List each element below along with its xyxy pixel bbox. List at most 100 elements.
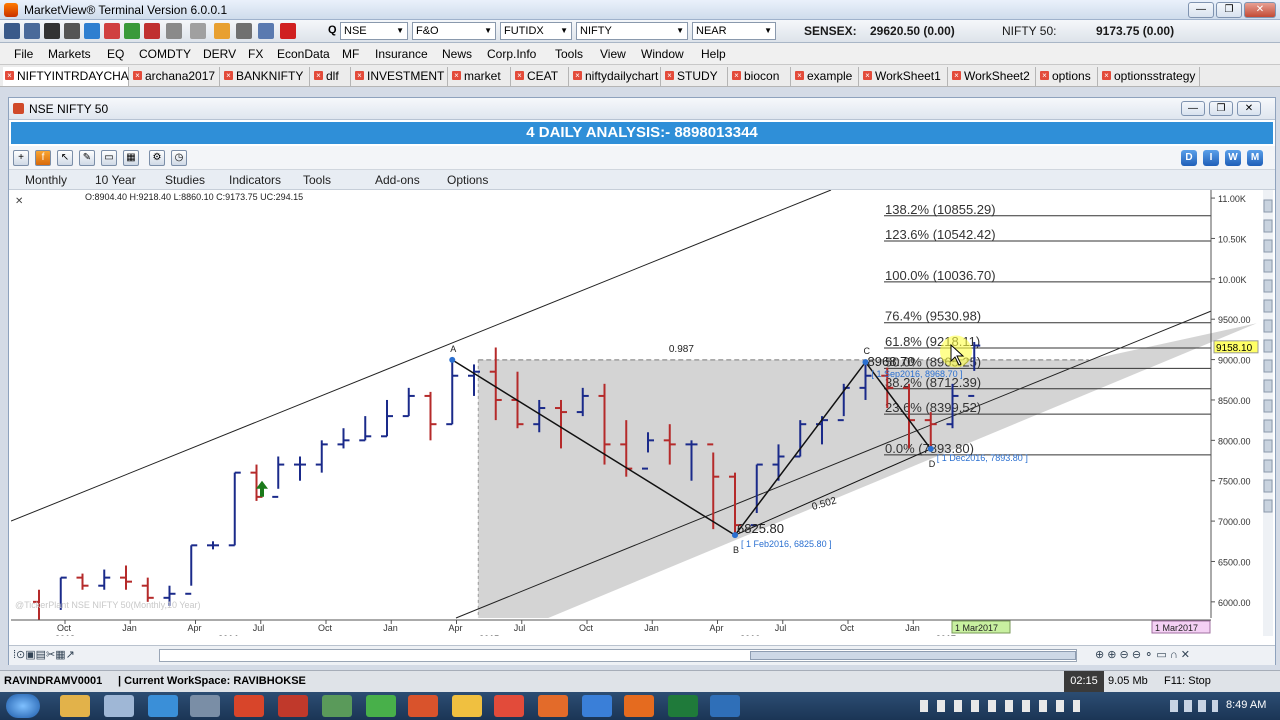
tab-close-icon[interactable]: × [1102,71,1111,80]
people-icon[interactable] [236,23,252,39]
tab-close-icon[interactable]: × [863,71,872,80]
zoom-tools-icon[interactable]: ⊕ ⊕ ⊖ ⊖ ⚬ ▭ ∩ ✕ [1095,648,1190,661]
clock-icon[interactable]: ◷ [171,150,187,166]
bell-icon[interactable] [214,23,230,39]
expiry-select[interactable]: NEAR ▼ [692,22,776,40]
menu-derv[interactable]: DERV [203,47,236,61]
alert-icon[interactable] [104,23,120,39]
tab-close-icon[interactable]: × [5,71,14,80]
tab-close-icon[interactable]: × [355,71,364,80]
app-icon-8[interactable] [366,695,396,717]
tray-icons[interactable] [920,700,1080,712]
menu-view[interactable]: View [600,47,626,61]
calculator-icon[interactable] [190,23,206,39]
list-icon[interactable] [64,23,80,39]
menu-tools[interactable]: Tools [555,47,583,61]
grid-icon[interactable] [166,23,182,39]
exit-icon[interactable] [280,23,296,39]
weekly-button[interactable]: W [1225,150,1241,166]
chart-icon[interactable] [84,23,100,39]
chart-scroll-thumb[interactable] [750,651,1076,660]
chart-menu-options[interactable]: Options [447,173,488,187]
tab-close-icon[interactable]: × [795,71,804,80]
app-icon-10[interactable] [452,695,482,717]
dollar-icon[interactable] [124,23,140,39]
chart-close-button[interactable]: ✕ [1237,101,1261,116]
draw-icon[interactable]: ✎ [79,150,95,166]
workspace-tab[interactable]: × STUDY [663,67,728,86]
tab-close-icon[interactable]: × [573,71,582,80]
daily-button[interactable]: D [1181,150,1197,166]
save-icon[interactable] [24,23,40,39]
chart-menu-studies[interactable]: Studies [165,173,205,187]
workspace-tab[interactable]: × BANKNIFTY [222,67,310,86]
tab-close-icon[interactable]: × [314,71,323,80]
menu-corp-info[interactable]: Corp.Info [487,47,536,61]
tab-close-icon[interactable]: × [452,71,461,80]
maximize-button[interactable]: ❐ [1216,2,1242,18]
template-icon[interactable]: ▭ [101,150,117,166]
workspace-tab[interactable]: × WorkSheet1 [861,67,948,86]
menu-news[interactable]: News [442,47,472,61]
monitor-icon[interactable] [44,23,60,39]
menu-comdty[interactable]: COMDTY [139,47,191,61]
excel-app-icon[interactable] [668,695,698,717]
instrument-select[interactable]: FUTIDX ▼ [500,22,572,40]
workspace-tab[interactable]: × example [793,67,859,86]
workspace-tab[interactable]: × market [450,67,511,86]
start-button[interactable] [6,694,40,718]
menu-fx[interactable]: FX [248,47,263,61]
symbol-select[interactable]: NIFTY ▼ [576,22,688,40]
chart-menu-monthly[interactable]: Monthly [25,173,67,187]
app-icon-12[interactable] [538,695,568,717]
workspace-tab[interactable]: × archana2017 [131,67,220,86]
chart-restore-button[interactable]: ❐ [1209,101,1233,116]
monthly-button[interactable]: M [1247,150,1263,166]
menu-markets[interactable]: Markets [48,47,91,61]
menu-insurance[interactable]: Insurance [375,47,428,61]
menu-help[interactable]: Help [701,47,726,61]
minimize-button[interactable]: — [1188,2,1214,18]
chart-menu-add-ons[interactable]: Add-ons [375,173,420,187]
workspace-tab[interactable]: × NIFTYINTRDAYCHA [3,67,129,86]
app-icon-16[interactable] [710,695,740,717]
tools-app-icon[interactable] [190,695,220,717]
segment-select[interactable]: F&O ▼ [412,22,496,40]
function-icon[interactable]: f [35,150,51,166]
chart-scrollbar[interactable] [159,649,1077,662]
workspace-tab[interactable]: × biocon [730,67,791,86]
chart-menu-tools[interactable]: Tools [303,173,331,187]
tab-close-icon[interactable]: × [732,71,741,80]
tab-close-icon[interactable]: × [952,71,961,80]
chart-menu-indicators[interactable]: Indicators [229,173,281,187]
workspace-tab[interactable]: × dlf [312,67,351,86]
layout-icon[interactable]: ▦ [123,150,139,166]
menu-window[interactable]: Window [641,47,684,61]
workspace-tab[interactable]: × INVESTMENT [353,67,448,86]
new-icon[interactable] [4,23,20,39]
price-chart[interactable]: 138.2% (10855.29) 123.6% (10542.42) 100.0%… [11,190,1273,636]
tab-close-icon[interactable]: × [133,71,142,80]
close-button[interactable]: ✕ [1244,2,1276,18]
intraday-button[interactable]: I [1203,150,1219,166]
workspace-tab[interactable]: × WorkSheet2 [950,67,1036,86]
app-icon-7[interactable] [322,695,352,717]
firefox-app-icon[interactable] [624,695,654,717]
menu-eq[interactable]: EQ [107,47,124,61]
chrome-app-icon[interactable] [494,695,524,717]
workspace-tab[interactable]: × optionsstrategy [1100,67,1200,86]
browser-app-icon[interactable] [148,695,178,717]
chart-minimize-button[interactable]: — [1181,101,1205,116]
settings-icon[interactable]: ⚙ [149,150,165,166]
add-icon[interactable]: + [13,150,29,166]
cursor-icon[interactable]: ↖ [57,150,73,166]
workspace-tab[interactable]: × CEAT [513,67,569,86]
tab-close-icon[interactable]: × [1040,71,1049,80]
exchange-select[interactable]: NSE ▼ [340,22,408,40]
tools-icon[interactable] [258,23,274,39]
download-app-icon[interactable] [234,695,264,717]
tab-close-icon[interactable]: × [224,71,233,80]
menu-file[interactable]: File [14,47,33,61]
marketview-app-icon[interactable] [104,695,134,717]
explorer-app-icon[interactable] [60,695,90,717]
